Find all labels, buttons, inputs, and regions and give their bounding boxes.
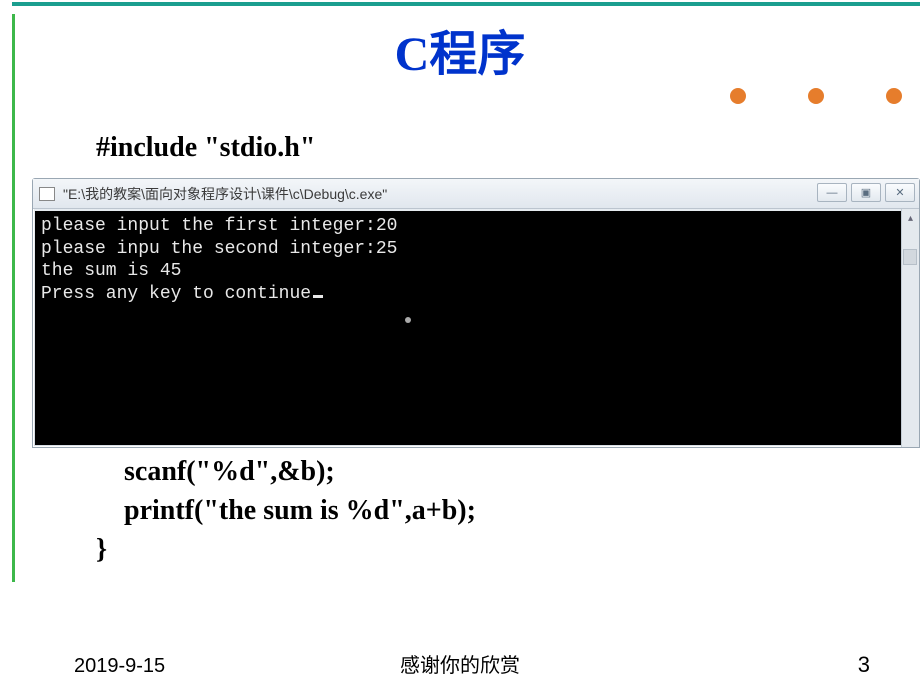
left-accent-line [12,14,15,582]
mouse-pointer-icon [405,317,411,323]
console-line: Press any key to continue [41,284,311,304]
console-line: please input the first integer:20 [41,216,397,236]
code-snippet-top: #include "stdio.h" [96,128,315,167]
console-window: "E:\我的教案\面向对象程序设计\课件\c\Debug\c.exe" — ▣ … [32,178,920,448]
window-controls: — ▣ ✕ [817,183,915,202]
code-snippet-bottom: scanf("%d",&b); printf("the sum is %d",a… [96,452,476,570]
dot-icon [730,88,746,104]
console-line: the sum is 45 [41,261,181,281]
chevron-up-icon: ▴ [902,209,919,227]
maximize-button[interactable]: ▣ [851,183,881,202]
code-line: } [96,534,107,565]
scrollbar-thumb[interactable] [903,249,917,265]
cursor-icon [313,295,323,298]
console-line: please inpu the second integer:25 [41,239,397,259]
dot-icon [808,88,824,104]
dot-icon [886,88,902,104]
close-button[interactable]: ✕ [885,183,915,202]
slide-title: C程序 [0,14,920,84]
code-line: scanf("%d",&b); [96,456,335,487]
app-icon [39,187,55,201]
footer-caption: 感谢你的欣赏 [0,649,920,678]
console-titlebar[interactable]: "E:\我的教案\面向对象程序设计\课件\c\Debug\c.exe" — ▣ … [33,179,919,209]
footer-page-number: 3 [858,652,870,678]
console-output: please input the first integer:20 please… [35,211,917,445]
top-divider [12,2,920,6]
console-title-text: "E:\我的教案\面向对象程序设计\课件\c\Debug\c.exe" [63,184,387,204]
code-line: printf("the sum is %d",a+b); [96,495,476,526]
decoration-dots [730,88,902,104]
minimize-button[interactable]: — [817,183,847,202]
scrollbar-up-button[interactable]: ▴ [901,209,919,227]
